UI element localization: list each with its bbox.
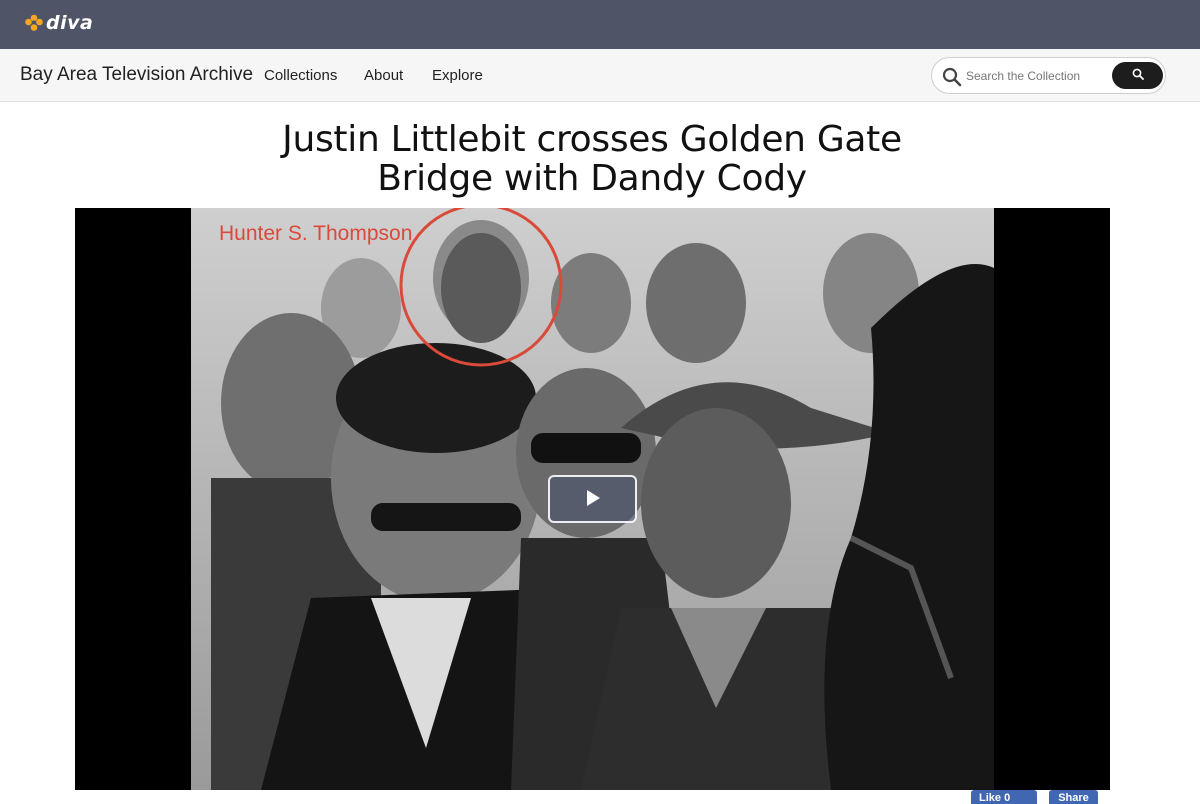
top-brand-bar: diva bbox=[0, 0, 1200, 49]
play-icon bbox=[584, 489, 602, 510]
site-title[interactable]: Bay Area Television Archive bbox=[20, 63, 253, 87]
search-icon bbox=[1132, 68, 1144, 83]
search-input[interactable] bbox=[966, 65, 1106, 87]
video-player[interactable]: Hunter S. Thompson bbox=[75, 208, 1110, 790]
search-submit-button[interactable] bbox=[1112, 62, 1163, 89]
video-caption-label: Hunter S. Thompson bbox=[219, 222, 413, 245]
search-icon bbox=[942, 67, 962, 87]
play-button[interactable] bbox=[548, 475, 637, 523]
nav-explore[interactable]: Explore bbox=[432, 66, 483, 86]
logo-text: diva bbox=[46, 12, 94, 34]
nav-about[interactable]: About bbox=[364, 66, 403, 86]
search-box bbox=[931, 57, 1166, 94]
like-label: Like 0 bbox=[979, 792, 1011, 804]
flower-icon bbox=[24, 13, 44, 33]
page-title: Justin Littlebit crosses Golden Gate Bri… bbox=[282, 119, 902, 199]
diva-logo[interactable]: diva bbox=[24, 10, 93, 36]
nav-collections[interactable]: Collections bbox=[264, 66, 337, 86]
